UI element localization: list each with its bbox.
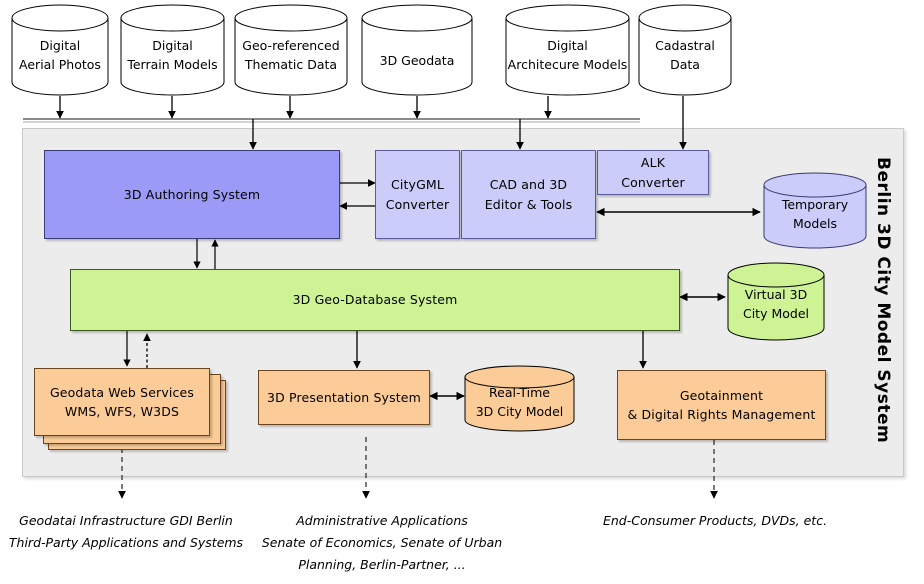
node-label: 3D Authoring System: [123, 186, 261, 202]
node-virtual-3d-city-model[interactable]: Virtual 3D City Model: [726, 262, 826, 342]
node-label: 3D Geo-Database System: [292, 292, 458, 308]
node-cad-and-3d-editor-tools[interactable]: CAD and 3D Editor & Tools: [461, 150, 596, 239]
node-label-line2: & Digital Rights Management: [627, 407, 816, 422]
system-side-label: Berlin 3D City Model System: [873, 156, 893, 444]
node-label-line1: Geodata Web Services: [49, 384, 195, 400]
node-label-line2: Editor & Tools: [484, 196, 573, 212]
source-cylinder-geo-referenced-thematic-data: Geo-referenced Thematic Data: [233, 4, 349, 96]
source-bus-line: [23, 118, 640, 123]
node-label-line1: CityGML: [391, 177, 444, 193]
source-cylinder-3d-geodata: 3D Geodata: [360, 4, 474, 96]
source-cylinder-digital-aerial-photos: Digital Aerial Photos: [10, 4, 110, 96]
caption-end-consumer-products: End-Consumer Products, DVDs, etc.: [602, 513, 828, 528]
node-real-time-3d-city-model[interactable]: Real-Time 3D City Model: [463, 365, 576, 433]
node-label-line1: ALK: [640, 155, 666, 171]
node-geodata-web-services[interactable]: Geodata Web Services WMS, WFS, W3DS: [34, 368, 210, 436]
source-cylinder-digital-terrain-models: Digital Terrain Models: [119, 4, 226, 96]
node-citygml-converter[interactable]: CityGML Converter: [375, 150, 460, 239]
node-geotainment-digital-rights-management[interactable]: Geotainment & Digital Rights Management: [617, 370, 826, 440]
node-label-line1: CAD and 3D: [489, 177, 568, 193]
caption-gdi-berlin: Geodatai Infrastructure GDI Berlin Third…: [8, 513, 244, 550]
node-label-line1: Geotainment: [679, 387, 764, 403]
node-3d-authoring-system[interactable]: 3D Authoring System: [44, 150, 340, 239]
source-cylinder-digital-architecure-models: Digital Architecure Models: [504, 4, 631, 96]
node-3d-presentation-system[interactable]: 3D Presentation System: [258, 370, 430, 425]
node-3d-geo-database-system[interactable]: 3D Geo-Database System: [70, 269, 680, 331]
node-label: 3D Presentation System: [267, 389, 421, 405]
node-label-line2: Converter: [621, 174, 685, 190]
caption-administrative-applications: Administrative Applications Senate of Ec…: [261, 513, 503, 572]
node-alk-converter[interactable]: ALK Converter: [597, 150, 709, 195]
node-label-line2: WMS, WFS, W3DS: [64, 404, 180, 419]
node-label-line2: Converter: [385, 196, 450, 212]
source-cylinder-cadastral-data: Cadastral Data: [637, 4, 733, 96]
diagram-canvas: Berlin 3D City Model System Digital Aeri…: [0, 0, 924, 584]
source-to-bus-arrows: [56, 96, 552, 119]
node-temporary-models[interactable]: Temporary Models: [762, 172, 868, 250]
